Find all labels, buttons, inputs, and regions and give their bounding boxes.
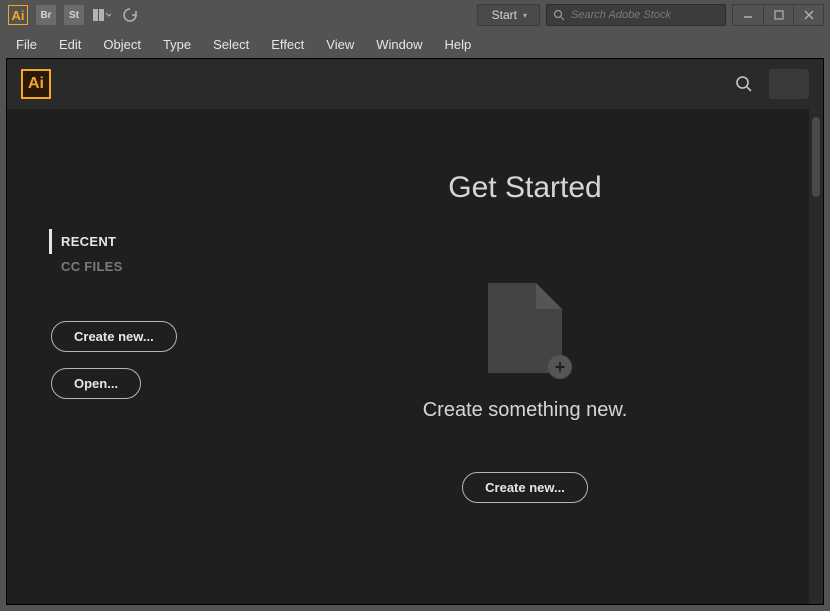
illustrator-logo: Ai <box>21 69 51 99</box>
maximize-button[interactable] <box>763 5 793 25</box>
menu-select[interactable]: Select <box>203 33 259 56</box>
bridge-icon[interactable]: Br <box>36 5 56 25</box>
menu-file[interactable]: File <box>6 33 47 56</box>
stock-search[interactable] <box>546 4 726 26</box>
new-document-icon: + <box>488 283 562 373</box>
titlebar: Ai Br St Start ▾ <box>0 0 830 30</box>
menu-object[interactable]: Object <box>93 33 151 56</box>
main-create-new-button[interactable]: Create new... <box>462 472 588 503</box>
menu-window[interactable]: Window <box>366 33 432 56</box>
chevron-down-icon: ▾ <box>523 11 527 20</box>
stock-search-input[interactable] <box>571 9 719 21</box>
plus-icon: + <box>548 355 572 379</box>
sidebar-tab-recent[interactable]: RECENT <box>49 229 203 254</box>
close-button[interactable] <box>793 5 823 25</box>
search-icon <box>735 75 753 93</box>
scrollbar-thumb[interactable] <box>812 117 820 197</box>
sidebar-open-button[interactable]: Open... <box>51 368 141 399</box>
headline: Get Started <box>448 171 601 205</box>
menu-edit[interactable]: Edit <box>49 33 91 56</box>
menu-type[interactable]: Type <box>153 33 201 56</box>
menu-help[interactable]: Help <box>434 33 481 56</box>
sidebar: RECENT CC FILES Create new... Open... <box>7 109 227 604</box>
sidebar-tab-ccfiles[interactable]: CC FILES <box>51 254 203 279</box>
start-header: Ai <box>7 59 823 109</box>
window-controls <box>732 4 824 26</box>
menu-effect[interactable]: Effect <box>261 33 314 56</box>
menu-view[interactable]: View <box>316 33 364 56</box>
header-search-button[interactable] <box>729 69 759 99</box>
minimize-button[interactable] <box>733 5 763 25</box>
workspace-switcher[interactable]: Start ▾ <box>477 4 540 26</box>
panel-layout-icon[interactable] <box>92 5 112 25</box>
search-icon <box>553 9 565 21</box>
scrollbar[interactable] <box>809 109 823 604</box>
stock-icon[interactable]: St <box>64 5 84 25</box>
menubar: File Edit Object Type Select Effect View… <box>0 30 830 58</box>
workspace-label: Start <box>492 8 517 22</box>
sidebar-create-new-button[interactable]: Create new... <box>51 321 177 352</box>
sync-icon[interactable] <box>120 5 140 25</box>
main-area: Get Started + Create something new. Crea… <box>227 109 823 604</box>
header-account-button[interactable] <box>769 69 809 99</box>
app-icon: Ai <box>8 5 28 25</box>
tagline: Create something new. <box>423 399 628 422</box>
start-workspace: Ai RECENT CC FILES Create new... Open...… <box>6 58 824 605</box>
